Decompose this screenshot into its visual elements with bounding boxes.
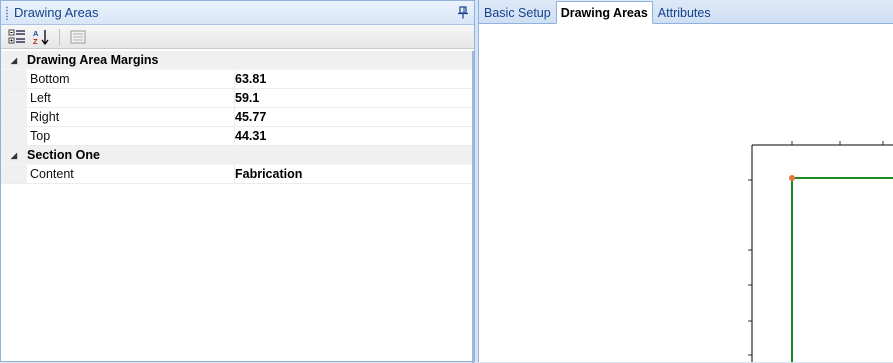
property-value[interactable]: 44.31 — [235, 129, 266, 143]
property-name: Top — [27, 127, 235, 145]
alphabetical-sort-icon[interactable]: A Z — [31, 28, 51, 46]
svg-text:Z: Z — [33, 37, 38, 45]
property-row-bottom[interactable]: Bottom 63.81 — [1, 70, 472, 89]
collapse-triangle-icon[interactable]: ◢ — [1, 151, 27, 160]
category-label: Drawing Area Margins — [27, 53, 159, 67]
document-panel: Basic Setup Drawing Areas Attributes — [478, 0, 893, 362]
property-name: Left — [27, 89, 235, 107]
tab-drawing-areas[interactable]: Drawing Areas — [555, 1, 653, 24]
drawing-canvas[interactable] — [479, 24, 893, 362]
corner-handle — [789, 175, 795, 181]
tab-attributes[interactable]: Attributes — [653, 2, 716, 23]
category-drawing-area-margins[interactable]: ◢ Drawing Area Margins — [1, 51, 472, 70]
property-row-content[interactable]: Content Fabrication — [1, 165, 472, 184]
property-name: Right — [27, 108, 235, 126]
toolbar-separator — [59, 28, 60, 45]
panel-title: Drawing Areas — [14, 5, 99, 20]
property-grid: ◢ Drawing Area Margins Bottom 63.81 Left… — [1, 51, 472, 184]
tab-strip: Basic Setup Drawing Areas Attributes — [479, 0, 893, 24]
property-name: Content — [27, 165, 235, 183]
property-row-left[interactable]: Left 59.1 — [1, 89, 472, 108]
drawing-area-outline — [791, 177, 893, 362]
property-name: Bottom — [27, 70, 235, 88]
property-value[interactable]: 63.81 — [235, 72, 266, 86]
property-row-top[interactable]: Top 44.31 — [1, 127, 472, 146]
collapse-triangle-icon[interactable]: ◢ — [1, 56, 27, 65]
property-value[interactable]: 45.77 — [235, 110, 266, 124]
panel-header: Drawing Areas — [1, 1, 474, 25]
property-pages-icon[interactable] — [68, 28, 88, 46]
property-grid-toolbar: A Z — [1, 25, 474, 49]
drag-grip-icon[interactable] — [5, 5, 9, 20]
category-section-one[interactable]: ◢ Section One — [1, 146, 472, 165]
properties-panel: Drawing Areas A Z ◢ Drawing Area Margins… — [0, 0, 475, 363]
tab-basic-setup[interactable]: Basic Setup — [479, 2, 556, 23]
categorized-icon[interactable] — [7, 28, 27, 46]
panel-border — [472, 51, 474, 363]
pin-icon[interactable] — [458, 6, 468, 19]
property-row-right[interactable]: Right 45.77 — [1, 108, 472, 127]
category-label: Section One — [27, 148, 100, 162]
property-value[interactable]: 59.1 — [235, 91, 259, 105]
property-value[interactable]: Fabrication — [235, 167, 302, 181]
